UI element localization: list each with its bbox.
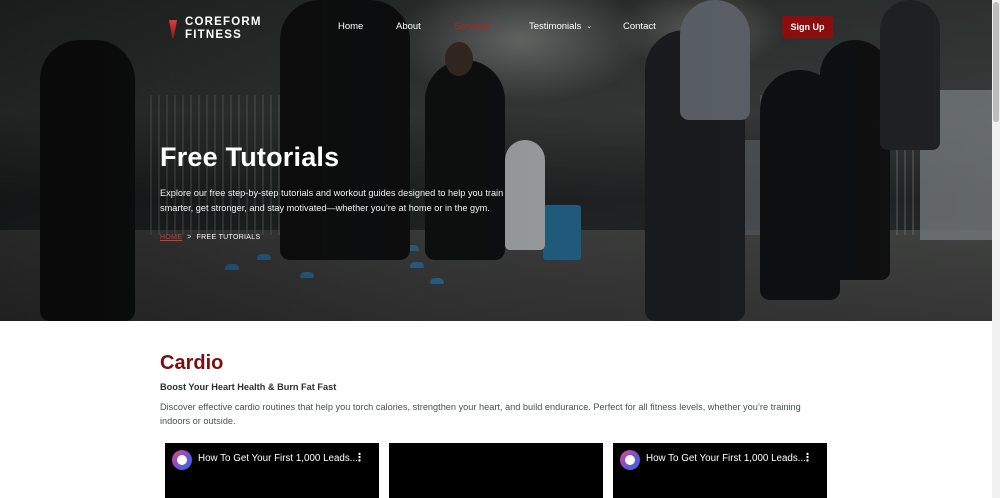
hero-description: Explore our free step-by-step tutorials … xyxy=(160,188,504,213)
nav-services-label: Services xyxy=(454,21,491,32)
video-title[interactable]: How To Get Your First 1,000 Leads... xyxy=(198,453,358,464)
section-subtitle: Boost Your Heart Health & Burn Fat Fast xyxy=(160,382,337,392)
section-description: Discover effective cardio routines that … xyxy=(160,402,801,426)
nav-contact[interactable]: Contact xyxy=(623,21,656,32)
hero-overlay xyxy=(0,0,992,321)
channel-avatar-icon[interactable] xyxy=(620,450,640,470)
nav-home[interactable]: Home xyxy=(338,21,363,32)
breadcrumb-separator: > xyxy=(187,234,192,241)
video-embed[interactable]: How To Get Your First 1,000 Leads... ⋮ xyxy=(165,443,379,498)
page-scrollbar[interactable] xyxy=(992,0,1000,498)
site-logo[interactable]: COREFORM FITNESS xyxy=(167,16,262,42)
logo-line-1: COREFORM xyxy=(185,16,262,28)
nav-about[interactable]: About xyxy=(396,21,421,32)
logo-text: COREFORM FITNESS xyxy=(185,16,262,42)
nav-testimonials-label: Testimonials xyxy=(529,21,582,32)
signup-button[interactable]: Sign Up xyxy=(782,16,833,38)
scrollbar-thumb[interactable] xyxy=(993,2,999,122)
video-title[interactable]: How To Get Your First 1,000 Leads... xyxy=(646,453,806,464)
more-options-icon[interactable]: ⋮ xyxy=(354,453,365,464)
chevron-down-icon: ⌄ xyxy=(495,23,502,30)
chevron-down-icon: ⌄ xyxy=(586,23,593,30)
channel-avatar-icon[interactable] xyxy=(172,450,192,470)
more-options-icon[interactable]: ⋮ xyxy=(802,453,813,464)
video-embed[interactable]: How To Get Your First 1,000 Leads... ⋮ xyxy=(613,443,827,498)
page-title: Free Tutorials xyxy=(160,142,340,172)
hero-banner: COREFORM FITNESS Home About Services ⌄ Te… xyxy=(0,0,992,321)
section-title: Cardio xyxy=(160,352,224,374)
breadcrumb-current: FREE TUTORIALS xyxy=(196,234,261,241)
video-embed[interactable] xyxy=(389,443,603,498)
nav-testimonials[interactable]: Testimonials ⌄ xyxy=(529,21,592,32)
logo-line-2: FITNESS xyxy=(185,29,242,41)
breadcrumb: HOME > FREE TUTORIALS xyxy=(160,234,260,241)
nav-services[interactable]: Services ⌄ xyxy=(454,21,501,32)
breadcrumb-home[interactable]: HOME xyxy=(160,234,182,241)
logo-mark-icon xyxy=(167,18,179,40)
